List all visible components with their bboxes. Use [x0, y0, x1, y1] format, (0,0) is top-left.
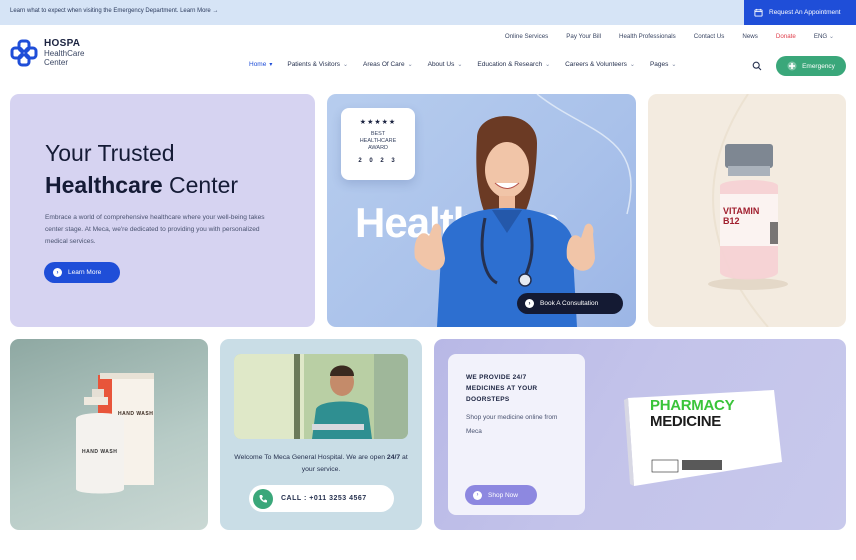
utility-nav: Online Services Pay Your Bill Health Pro…	[505, 33, 834, 40]
nav-label: Pages	[649, 61, 669, 68]
medicine-box-line1: PHARMACY	[650, 397, 735, 414]
nav-label: Home	[249, 61, 267, 68]
logo-mark-icon	[10, 39, 38, 66]
vitamin-label: VITAMIN B12	[723, 206, 759, 226]
rating-stars-icon: ★★★★★	[359, 119, 397, 126]
nav-label: About Us	[427, 61, 455, 68]
util-contact[interactable]: Contact Us	[694, 33, 725, 40]
emergency-icon	[787, 61, 797, 71]
util-pay-bill[interactable]: Pay Your Bill	[566, 33, 601, 40]
chevron-down-icon: ⌄	[343, 62, 349, 68]
language-selector[interactable]: ENG ⌄	[814, 33, 834, 40]
util-donate[interactable]: Donate	[776, 33, 796, 40]
nav-patients-visitors[interactable]: Patients & Visitors ⌄	[287, 61, 348, 68]
meca-welcome-card: Welcome To Meca General Hospital. We are…	[220, 339, 422, 530]
chevron-down-icon: ⌄	[407, 62, 413, 68]
brand-logo[interactable]: HOSPA HealthCare Center	[10, 38, 84, 67]
medicine-box-line2: MEDICINE	[650, 413, 721, 430]
vitamin-label-line1: VITAMIN	[723, 206, 760, 216]
chevron-down-icon: ⌄	[545, 62, 551, 68]
nav-pages[interactable]: Pages ⌄	[650, 61, 676, 68]
emergency-label: Emergency	[802, 62, 835, 70]
award-year: 2 0 2 3	[358, 158, 398, 164]
book-consultation-label: Book A Consultation	[540, 300, 599, 307]
welcome-hours: 24/7	[386, 454, 401, 461]
top-notice-bar: Learn what to expect when visiting the E…	[0, 0, 856, 25]
brand-name: HOSPA	[44, 38, 81, 49]
feature-doctor-card: Healthcare ★★★★★ BEST HEALTHCARE AWARD 2…	[327, 94, 636, 327]
nav-education-research[interactable]: Education & Research ⌄	[477, 61, 550, 68]
hand-wash-bottle-label: HAND WASH	[82, 449, 118, 455]
util-news[interactable]: News	[742, 33, 757, 40]
nav-home[interactable]: Home ▾	[249, 61, 272, 68]
nav-about-us[interactable]: About Us ⌄	[428, 61, 463, 68]
call-label: CALL : +011 3253 4567	[281, 495, 367, 502]
hero-title-rest: Center	[162, 172, 239, 198]
vitamin-label-line2: B12	[723, 216, 740, 226]
notice-text[interactable]: Learn what to expect when visiting the E…	[10, 8, 218, 14]
welcome-message: Welcome To Meca General Hospital. We are…	[232, 452, 410, 476]
doctor-laptop-illustration	[234, 354, 408, 439]
language-label: ENG	[813, 33, 828, 40]
shop-now-button[interactable]: › Shop Now	[465, 485, 537, 505]
arrow-right-icon: ›	[473, 490, 482, 500]
pharmacy-info-panel: WE PROVIDE 24/7 MEDICINES AT YOUR DOORST…	[448, 354, 585, 515]
brand-line3: Center	[44, 58, 69, 67]
calendar-icon	[754, 8, 763, 17]
book-consultation-button[interactable]: › Book A Consultation	[517, 293, 623, 314]
util-health-professionals[interactable]: Health Professionals	[619, 33, 676, 40]
nav-label: Careers & Volunteers	[565, 61, 627, 68]
nav-label: Education & Research	[477, 61, 543, 68]
hero-title-line2: Healthcare Center	[45, 172, 238, 199]
chevron-down-icon: ⌄	[828, 34, 834, 40]
arrow-right-icon: ›	[525, 299, 534, 308]
hero-title-bold: Healthcare	[45, 172, 163, 198]
hero-description: Embrace a world of comprehensive healthc…	[45, 214, 265, 245]
request-appointment-label: Request An Appointment	[769, 9, 841, 16]
vitamin-b12-card: VITAMIN B12	[648, 94, 846, 327]
search-icon[interactable]	[752, 61, 762, 71]
logo-text: HOSPA HealthCare Center	[44, 38, 84, 67]
hero-title-line1: Your Trusted	[45, 140, 175, 166]
hand-wash-product-image	[76, 373, 154, 494]
arrow-right-icon: ›	[53, 268, 62, 277]
learn-more-label: Learn More	[68, 269, 102, 276]
shop-now-label: Shop Now	[488, 491, 518, 499]
request-appointment-button[interactable]: Request An Appointment	[744, 0, 856, 25]
nav-careers-volunteers[interactable]: Careers & Volunteers ⌄	[565, 61, 635, 68]
hand-wash-box-label: HAND WASH	[118, 411, 154, 417]
brand-line2: HealthCare	[44, 49, 85, 58]
pharmacy-heading: WE PROVIDE 24/7 MEDICINES AT YOUR DOORST…	[466, 374, 538, 403]
chevron-down-icon: ▾	[269, 62, 273, 68]
hero-card: Your Trusted Healthcare Center Embrace a…	[10, 94, 315, 327]
chevron-down-icon: ⌄	[671, 62, 677, 68]
emergency-button[interactable]: Emergency	[776, 56, 846, 76]
award-line2: HEALTHCARE	[359, 138, 397, 144]
award-line1: BEST	[370, 131, 386, 137]
welcome-text-part1: Welcome To Meca General Hospital. We are…	[234, 454, 387, 461]
util-online-services[interactable]: Online Services	[505, 33, 548, 40]
award-line3: AWARD	[367, 145, 389, 151]
chevron-down-icon: ⌄	[629, 62, 635, 68]
doctor-laptop-photo	[234, 354, 408, 439]
main-nav: Home ▾ Patients & Visitors ⌄ Areas Of Care…	[249, 61, 676, 68]
nav-areas-of-care[interactable]: Areas Of Care ⌄	[363, 61, 413, 68]
nav-label: Areas Of Care	[363, 61, 405, 68]
best-healthcare-award-badge: ★★★★★ BEST HEALTHCARE AWARD 2 0 2 3	[341, 108, 415, 180]
pharmacy-subtext: Shop your medicine online from Meca	[466, 414, 558, 435]
phone-icon	[253, 488, 273, 509]
learn-more-button[interactable]: › Learn More	[44, 262, 120, 283]
hand-wash-card: HAND WASH HAND WASH	[10, 339, 208, 530]
nav-label: Patients & Visitors	[287, 61, 340, 68]
chevron-down-icon: ⌄	[457, 62, 463, 68]
call-phone-button[interactable]: CALL : +011 3253 4567	[249, 485, 394, 512]
